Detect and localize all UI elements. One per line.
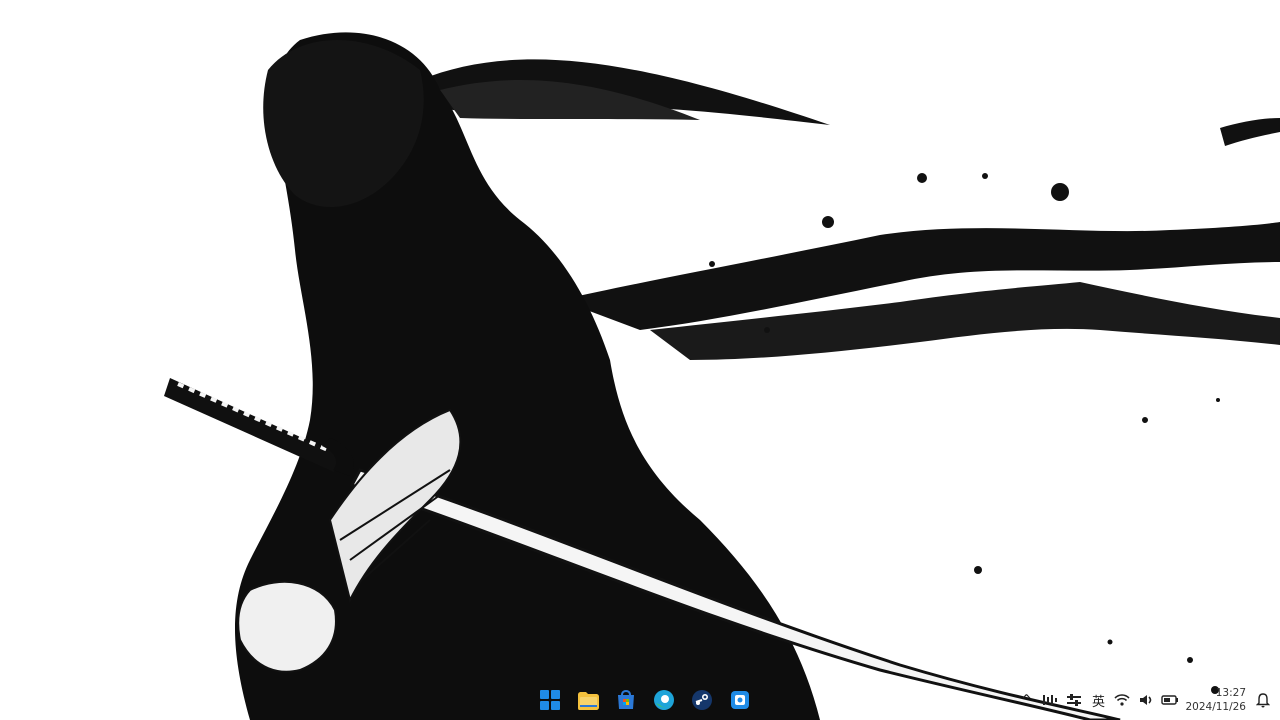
ime-label: 英 [1091, 694, 1105, 710]
taskbar-store-button[interactable] [610, 684, 642, 716]
clock[interactable]: 13:27 2024/11/26 [1185, 686, 1248, 714]
battery-icon [1161, 695, 1179, 705]
microsoft-store-icon [618, 689, 634, 709]
chevron-up-icon: ^ [1021, 692, 1032, 708]
tray-media-button[interactable] [1041, 686, 1059, 714]
taskbar-app-button[interactable] [724, 684, 756, 716]
notifications-button[interactable] [1254, 686, 1272, 714]
taskbar-file-explorer-button[interactable] [572, 684, 604, 716]
taskbar-edge-button[interactable] [648, 684, 680, 716]
start-button[interactable] [534, 684, 566, 716]
wifi-icon [1114, 694, 1131, 706]
tray-settings-button[interactable] [1065, 686, 1083, 714]
volume-icon [1140, 695, 1152, 705]
bell-icon [1256, 693, 1270, 708]
battery-button[interactable] [1161, 686, 1179, 714]
taskbar-apps [534, 684, 756, 716]
windows-start-icon [540, 690, 560, 710]
taskbar-steam-button[interactable] [686, 684, 718, 716]
file-explorer-icon [578, 692, 599, 710]
app-icon [731, 691, 749, 709]
ime-indicator[interactable]: 英 [1089, 686, 1107, 714]
taskbar: ^ 英 13:27 2024/11/26 [0, 680, 1280, 720]
edge-browser-icon [654, 690, 674, 710]
wifi-button[interactable] [1113, 686, 1131, 714]
hidden-icons-button[interactable]: ^ [1017, 686, 1035, 714]
clock-date: 2024/11/26 [1185, 701, 1246, 713]
clock-time: 13:27 [1215, 687, 1246, 699]
clock-text: 13:27 2024/11/26 [1185, 686, 1246, 714]
media-icon [1043, 695, 1058, 705]
steam-icon [692, 690, 712, 710]
wallpaper-image [0, 0, 1280, 720]
sliders-icon [1067, 694, 1082, 706]
desktop: ^ 英 13:27 2024/11/26 [0, 0, 1280, 720]
system-tray: ^ 英 13:27 2024/11/26 [1017, 680, 1272, 720]
volume-button[interactable] [1137, 686, 1155, 714]
